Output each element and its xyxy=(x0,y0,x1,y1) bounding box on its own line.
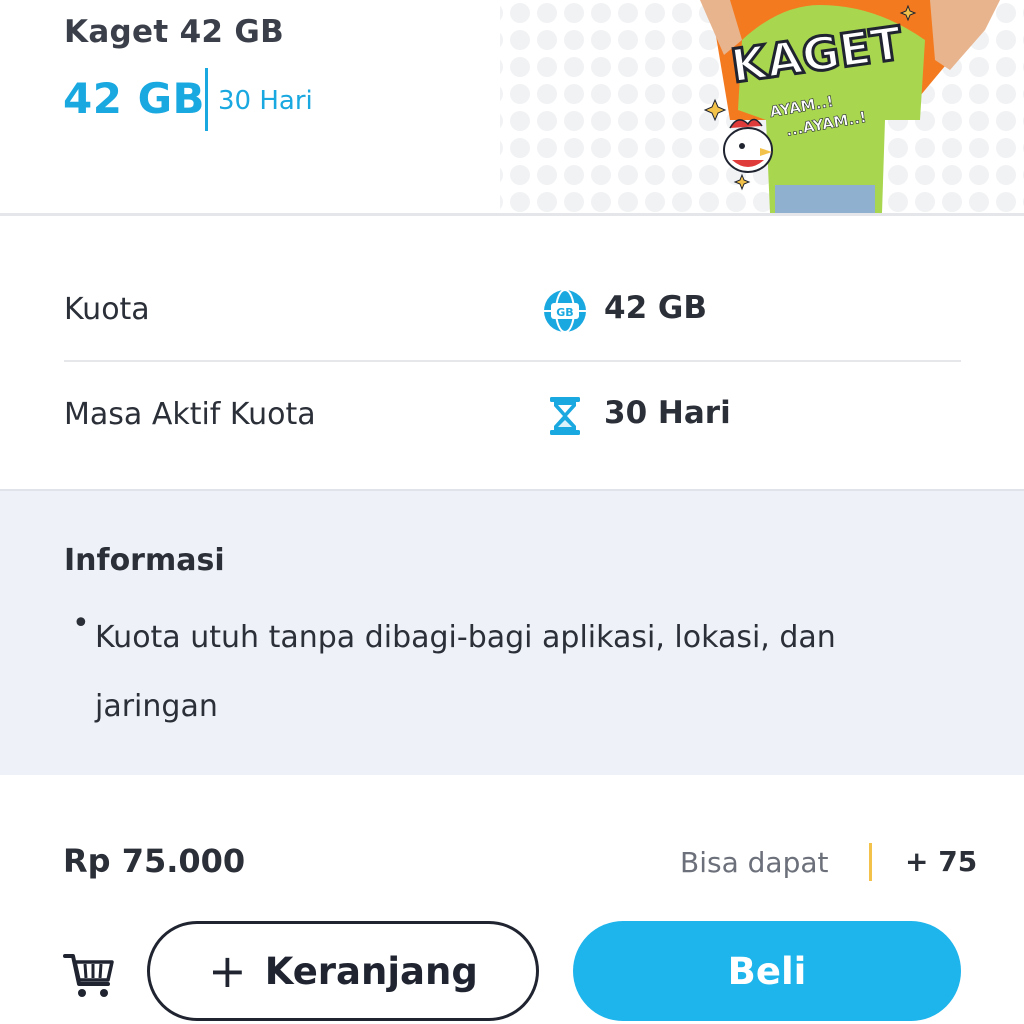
info-item: Kuota utuh tanpa dibagi-bagi aplikasi, l… xyxy=(95,620,836,724)
quota-divider xyxy=(205,68,208,131)
buy-button[interactable]: Beli xyxy=(573,921,961,1021)
bonus-label: Bisa dapat xyxy=(680,846,829,879)
package-quota: 42 GB xyxy=(63,74,206,123)
package-period: 30 Hari xyxy=(218,86,313,116)
info-section: Informasi • Kuota utuh tanpa dibagi-bagi… xyxy=(0,489,1024,775)
row-divider xyxy=(64,360,961,362)
cart-icon[interactable] xyxy=(62,950,116,1000)
detail-row-kuota: Kuota GB 42 GB xyxy=(64,282,960,342)
add-to-cart-button[interactable]: + Keranjang xyxy=(147,921,539,1021)
package-price: Rp 75.000 xyxy=(63,842,246,880)
plus-icon: + xyxy=(208,944,247,998)
svg-text:GB: GB xyxy=(556,306,573,319)
kaget-promo-banner: KAGET AYAM..! ...AYAM..! xyxy=(480,0,1024,213)
detail-value: 42 GB xyxy=(604,290,708,326)
detail-label: Masa Aktif Kuota xyxy=(64,397,316,432)
detail-label: Kuota xyxy=(64,292,150,327)
header-divider xyxy=(0,213,1024,216)
bullet-icon: • xyxy=(72,606,90,641)
hourglass-icon xyxy=(550,397,580,435)
package-title: Kaget 42 GB xyxy=(64,14,285,50)
info-title: Informasi xyxy=(64,543,225,578)
points-divider xyxy=(869,843,872,881)
buy-label: Beli xyxy=(727,949,807,993)
add-to-cart-label: Keranjang xyxy=(264,949,478,993)
package-header: Kaget 42 GB 42 GB 30 Hari KAGET AYAM..! … xyxy=(0,0,1024,213)
bonus-points: + 75 xyxy=(905,845,978,878)
detail-value: 30 Hari xyxy=(604,395,731,431)
globe-gb-icon: GB xyxy=(544,289,586,333)
detail-row-masa-aktif: Masa Aktif Kuota 30 Hari xyxy=(64,387,960,447)
